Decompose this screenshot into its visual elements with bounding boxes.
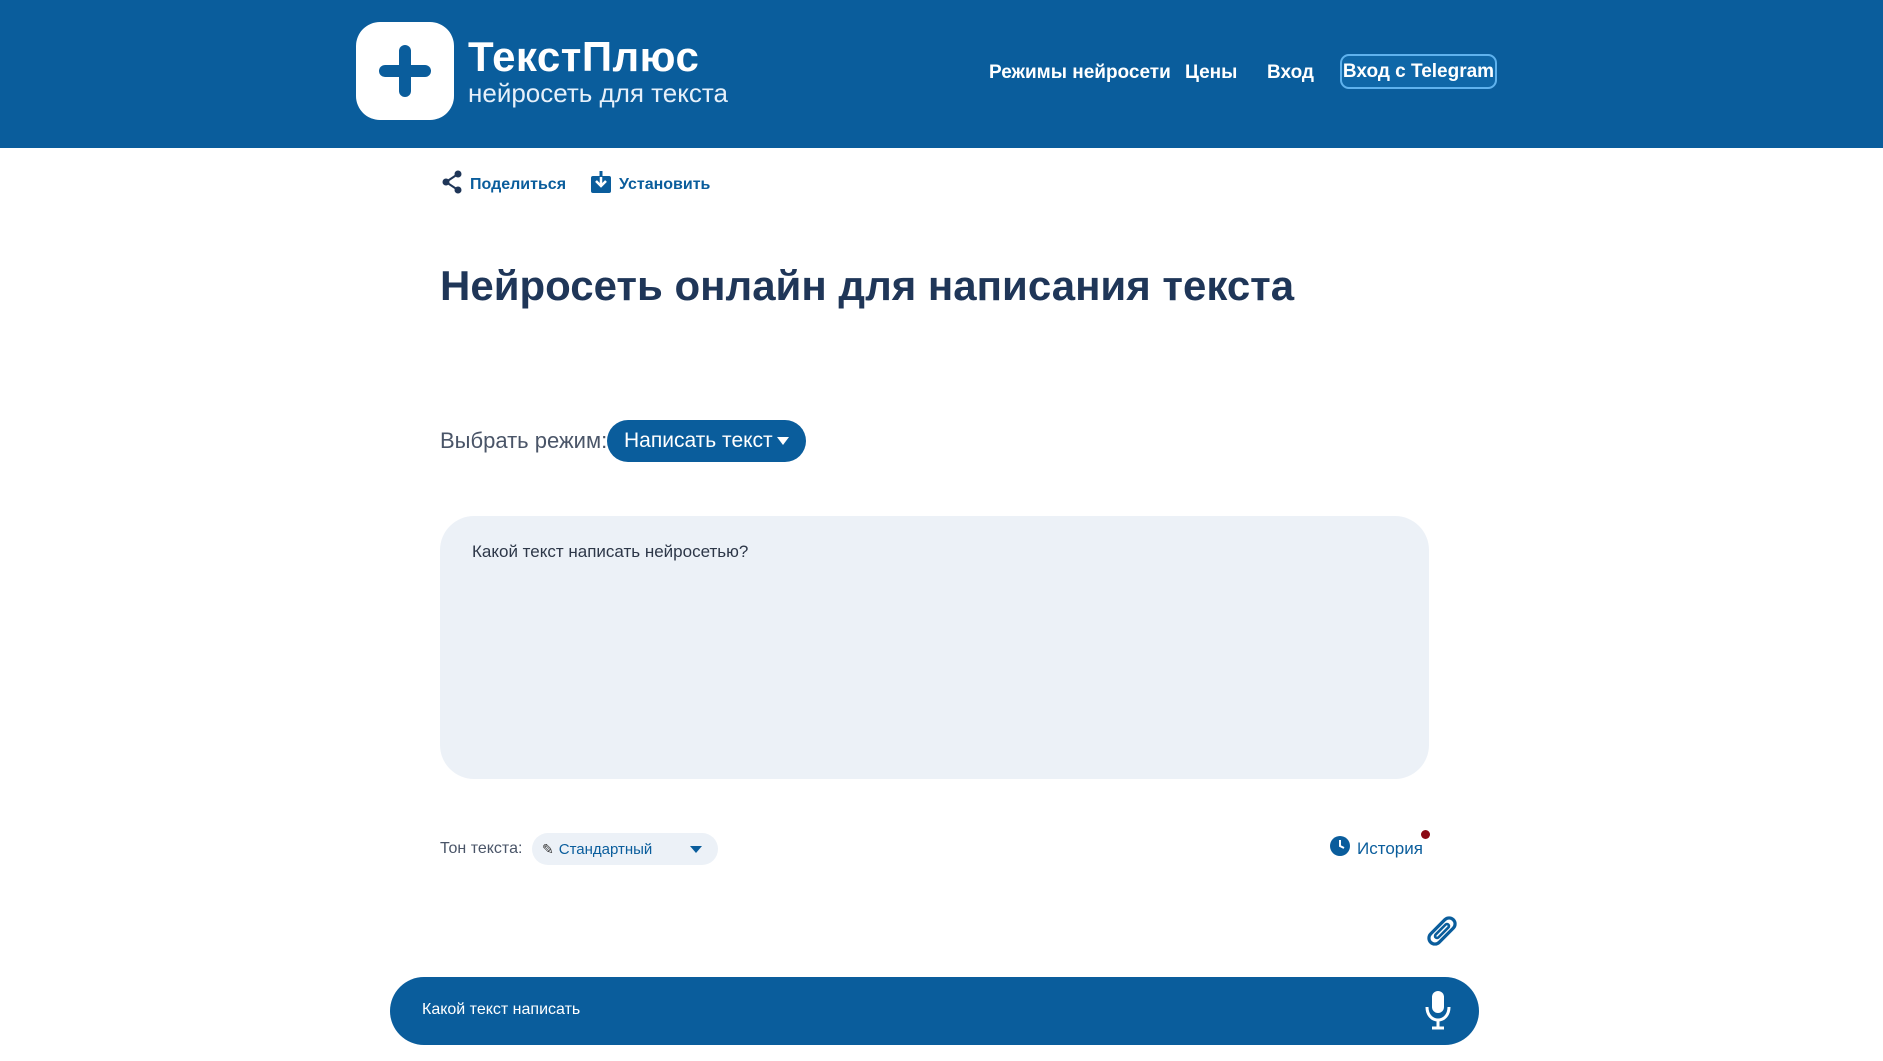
mode-label: Выбрать режим:	[440, 428, 608, 453]
prompt-textarea[interactable]: Какой текст написать нейросетью?	[440, 516, 1429, 779]
chevron-down-icon	[690, 846, 702, 853]
share-icon	[441, 170, 470, 199]
tone-label: Тон текста:	[440, 840, 523, 857]
quick-prompt-placeholder: Какой текст написать	[422, 1001, 581, 1018]
share-label: Поделиться	[470, 175, 567, 193]
chevron-down-icon	[777, 437, 789, 445]
mode-select[interactable]: Написать текст	[607, 420, 806, 462]
history-button[interactable]: История	[1330, 836, 1423, 861]
install-label: Установить	[619, 175, 711, 193]
mode-select-value: Написать текст	[624, 429, 773, 452]
paperclip-icon[interactable]	[1423, 912, 1461, 955]
telegram-login-button[interactable]: Вход с Telegram	[1340, 54, 1497, 89]
share-button[interactable]: Поделиться	[441, 170, 566, 199]
nav-login-link[interactable]: Вход	[1267, 62, 1314, 84]
install-icon	[590, 170, 619, 199]
share-toolbar: Поделиться Установить	[441, 170, 734, 199]
brand-subtitle: нейросеть для текста	[468, 78, 728, 108]
tone-select-value: Стандартный	[558, 840, 653, 858]
nav-modes-link[interactable]: Режимы нейросети	[989, 62, 1171, 84]
history-label: История	[1357, 838, 1423, 858]
nav-prices-link[interactable]: Цены	[1185, 62, 1237, 84]
brand-title: ТекстПлюс	[468, 33, 700, 80]
tone-select[interactable]: ✎ Стандартный	[532, 833, 718, 865]
brand-logo[interactable]: ТекстПлюс нейросеть для текста	[356, 22, 728, 120]
prompt-placeholder: Какой текст написать нейросетью?	[472, 542, 749, 561]
tone-icon: ✎	[542, 840, 554, 857]
site-header: ТекстПлюс нейросеть для текста Режимы не…	[0, 0, 1883, 148]
notification-dot	[1421, 830, 1430, 839]
page-title: Нейросеть онлайн для написания текста	[440, 262, 1295, 309]
microphone-icon[interactable]	[1423, 989, 1453, 1036]
plus-icon	[356, 22, 454, 120]
clock-icon	[1330, 836, 1357, 861]
install-button[interactable]: Установить	[590, 170, 710, 199]
quick-prompt-bar[interactable]: Какой текст написать	[390, 977, 1479, 1045]
